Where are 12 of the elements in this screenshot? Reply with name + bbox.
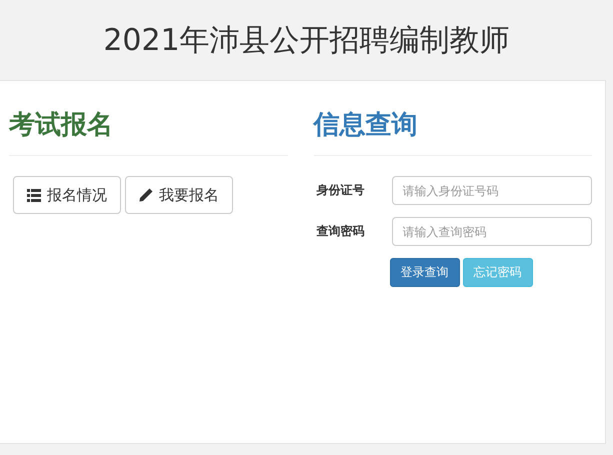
pencil-icon	[139, 188, 153, 202]
section-heading: 考试报名	[9, 109, 114, 141]
field-label: 身份证号	[316, 182, 366, 199]
page-title: 2021年沛县公开招聘编制教师	[102, 22, 511, 60]
field-label: 查询密码	[316, 223, 366, 240]
action-button[interactable]: 报名情况	[13, 176, 121, 214]
query-button[interactable]: 登录查询	[390, 258, 460, 287]
action-button[interactable]: 我要报名	[125, 176, 233, 214]
input-field[interactable]: 请输入身份证号码	[392, 176, 592, 205]
section-heading: 信息查询	[314, 109, 418, 141]
list-icon	[27, 188, 41, 202]
input-field[interactable]: 请输入查询密码	[392, 217, 592, 246]
